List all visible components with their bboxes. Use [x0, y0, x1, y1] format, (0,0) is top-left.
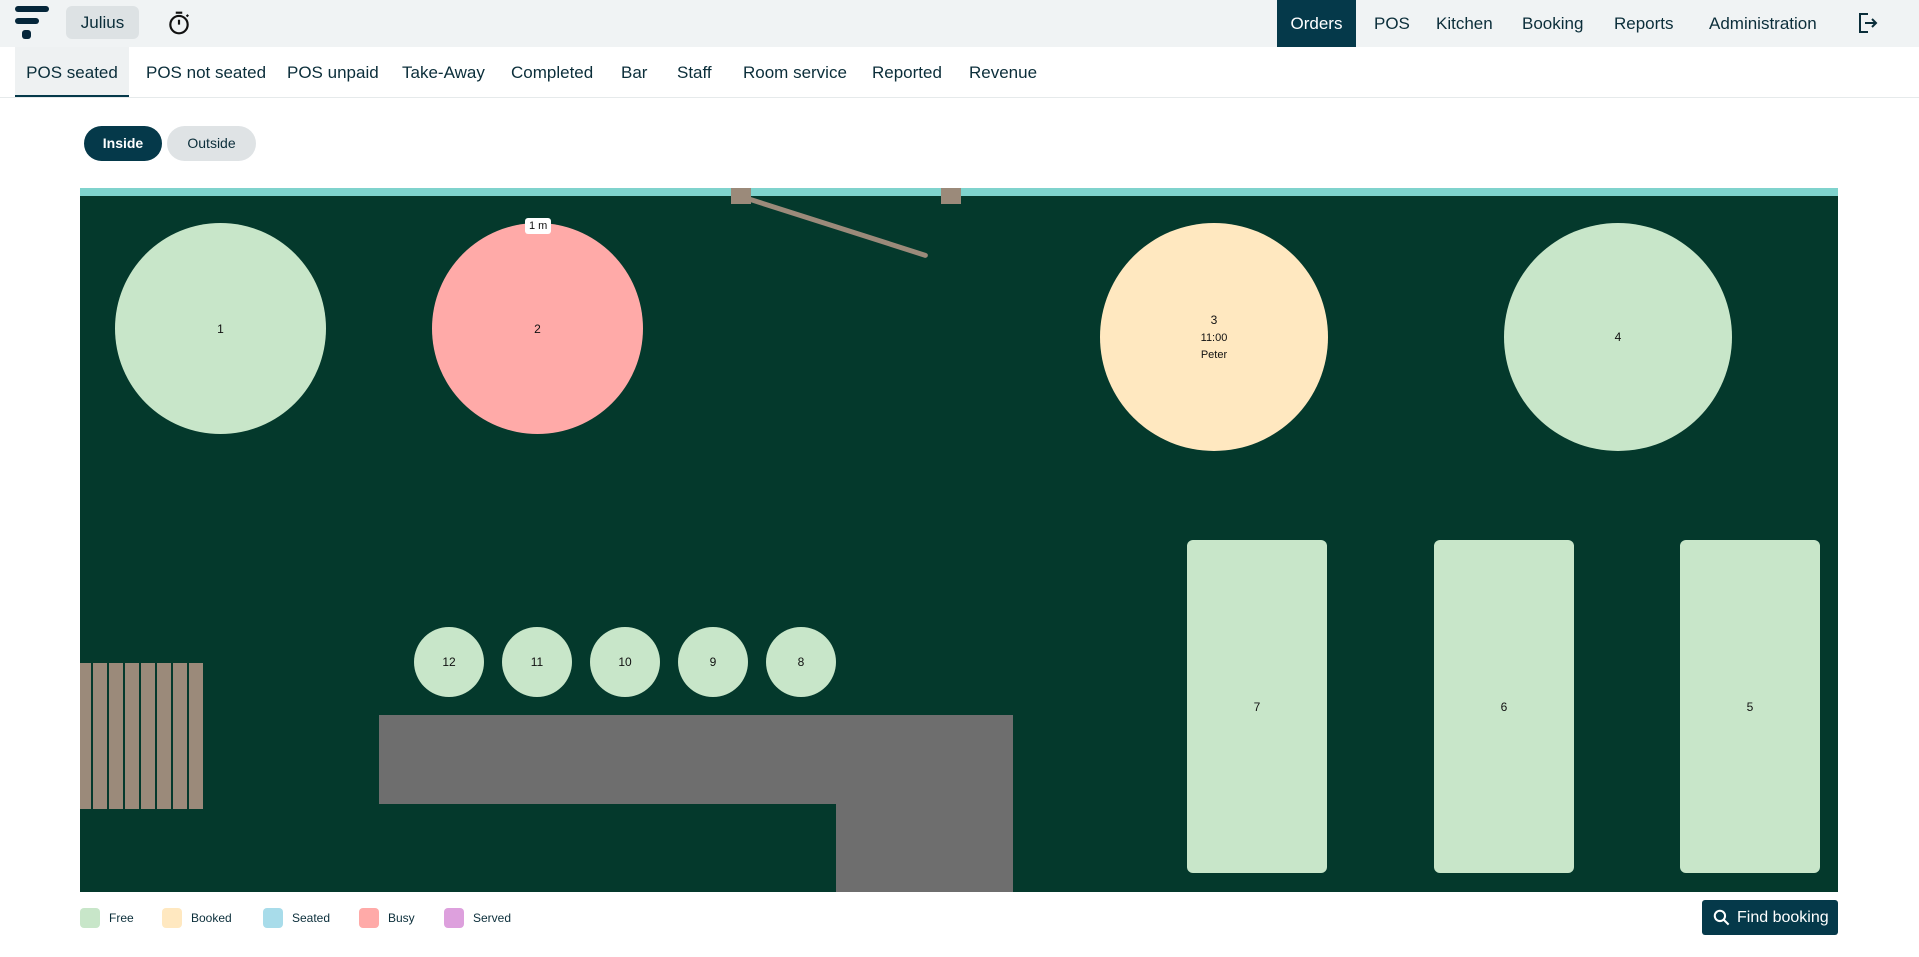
- logout-icon[interactable]: [1855, 11, 1879, 35]
- legend-swatch: [444, 908, 464, 928]
- table-number: 8: [797, 655, 805, 669]
- search-icon: [1713, 909, 1730, 926]
- table-number: 7: [1253, 699, 1261, 714]
- stairs: [173, 663, 187, 809]
- app-logo-icon[interactable]: [15, 6, 51, 40]
- nav-administration[interactable]: Administration: [1709, 0, 1817, 47]
- legend-swatch: [162, 908, 182, 928]
- table-number: 9: [709, 655, 717, 669]
- stairs: [125, 663, 139, 809]
- door-hinge: [941, 188, 961, 204]
- tab-pos-not-seated[interactable]: POS not seated: [146, 47, 266, 95]
- stopwatch-icon[interactable]: [166, 10, 192, 36]
- table-number: 3: [1210, 313, 1218, 327]
- legend-swatch: [80, 908, 100, 928]
- table-2[interactable]: 2: [432, 223, 643, 434]
- area-outside-button[interactable]: Outside: [167, 126, 256, 161]
- legend-label: Busy: [388, 911, 415, 925]
- table-5[interactable]: 5: [1680, 540, 1820, 873]
- booking-guest: Peter: [1200, 349, 1228, 361]
- top-bar: Julius Orders POS Kitchen Booking Report…: [0, 0, 1919, 47]
- table-number: 2: [534, 321, 541, 336]
- user-chip[interactable]: Julius: [66, 6, 139, 39]
- legend-label: Free: [109, 911, 134, 925]
- table-number: 4: [1614, 330, 1622, 344]
- tab-pos-seated[interactable]: POS seated: [15, 47, 129, 97]
- table-number: 5: [1746, 699, 1754, 714]
- scale-label: 1 m: [525, 218, 552, 234]
- table-number: 1: [217, 321, 224, 336]
- tab-staff[interactable]: Staff: [677, 47, 712, 95]
- legend-label: Served: [473, 911, 512, 925]
- table-9[interactable]: 9: [678, 627, 748, 697]
- booking-time: 11:00: [1200, 332, 1228, 344]
- table-4[interactable]: 4: [1504, 223, 1732, 451]
- nav-pos[interactable]: POS: [1374, 0, 1410, 47]
- tab-pos-unpaid[interactable]: POS unpaid: [287, 47, 379, 95]
- table-number: 10: [618, 655, 632, 669]
- tab-reported[interactable]: Reported: [872, 47, 942, 95]
- stairs: [93, 663, 107, 809]
- table-10[interactable]: 10: [590, 627, 660, 697]
- legend-label: Seated: [292, 911, 331, 925]
- stairs: [141, 663, 155, 809]
- table-7[interactable]: 7: [1187, 540, 1327, 873]
- table-8[interactable]: 8: [766, 627, 836, 697]
- table-11[interactable]: 11: [502, 627, 572, 697]
- order-tabs: POS seated POS not seated POS unpaid Tak…: [0, 47, 1919, 98]
- stairs: [80, 663, 91, 809]
- stairs: [157, 663, 171, 809]
- nav-kitchen[interactable]: Kitchen: [1436, 0, 1493, 47]
- tab-revenue[interactable]: Revenue: [969, 47, 1037, 95]
- stairs: [189, 663, 203, 809]
- stairs: [109, 663, 123, 809]
- tab-completed[interactable]: Completed: [511, 47, 593, 95]
- table-number: 6: [1500, 699, 1508, 714]
- nav-booking[interactable]: Booking: [1522, 0, 1583, 47]
- table-1[interactable]: 1: [115, 223, 326, 434]
- table-6[interactable]: 6: [1434, 540, 1574, 873]
- bar-counter: [836, 715, 1013, 892]
- table-number: 12: [442, 655, 456, 669]
- nav-orders[interactable]: Orders: [1277, 0, 1356, 47]
- floor-plan: 1 2 1 m 3 11:00 Peter 4 5 6 7 8 9 10 11 …: [80, 188, 1838, 892]
- legend-swatch: [359, 908, 379, 928]
- legend-swatch: [263, 908, 283, 928]
- find-booking-button[interactable]: Find booking: [1702, 900, 1838, 935]
- tab-bar[interactable]: Bar: [621, 47, 647, 95]
- door: [740, 194, 929, 259]
- table-number: 11: [530, 655, 544, 669]
- tab-take-away[interactable]: Take-Away: [402, 47, 485, 95]
- legend-label: Booked: [191, 911, 232, 925]
- find-booking-label: Find booking: [1737, 909, 1829, 926]
- nav-reports[interactable]: Reports: [1614, 0, 1674, 47]
- table-3[interactable]: 3 11:00 Peter: [1100, 223, 1328, 451]
- table-12[interactable]: 12: [414, 627, 484, 697]
- area-inside-button[interactable]: Inside: [84, 126, 162, 161]
- tab-room-service[interactable]: Room service: [743, 47, 847, 95]
